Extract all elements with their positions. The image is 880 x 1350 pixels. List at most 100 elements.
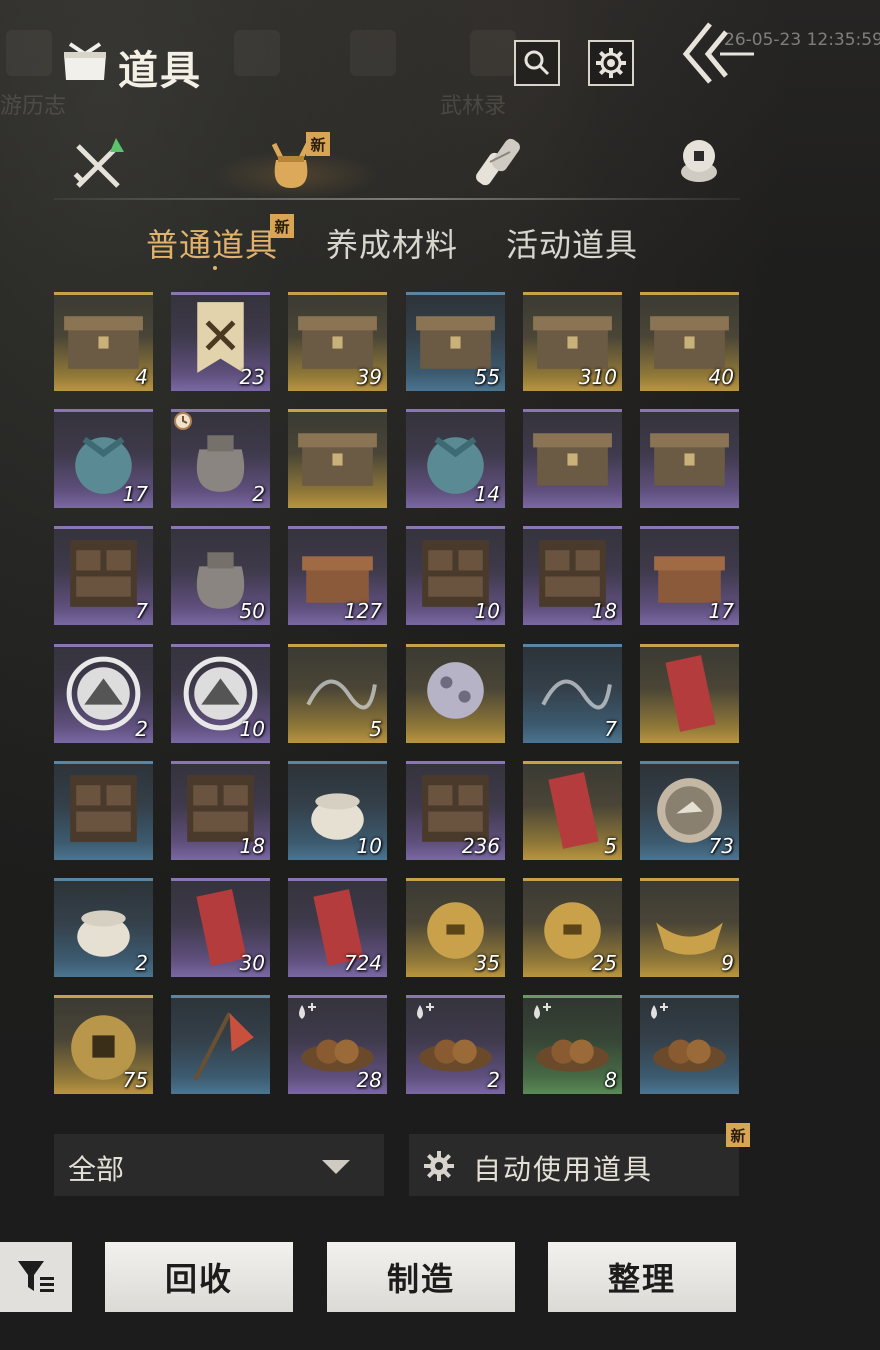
item-slot-black-ticket[interactable]: 724 <box>288 878 387 977</box>
auto-use-items-button[interactable]: 自动使用道具 <box>409 1134 739 1196</box>
item-slot-chest-plus-flower[interactable] <box>288 409 387 508</box>
item-slot-red-ticket[interactable]: 30 <box>171 878 270 977</box>
item-slot-wooden-chest[interactable]: 4 <box>54 292 153 391</box>
item-slot-drawer-cabinet[interactable]: 18 <box>523 526 622 625</box>
item-slot-stew-pot[interactable]: 2 <box>406 995 505 1094</box>
item-quantity: 4 <box>135 365 148 389</box>
tab-common-items[interactable]: 普通道具 <box>146 220 278 266</box>
item-slot-drawer-cabinet[interactable]: 7 <box>54 526 153 625</box>
search-button[interactable] <box>514 40 560 86</box>
item-slot-meat-bowl[interactable]: 8 <box>523 995 622 1094</box>
item-quantity: 8 <box>604 1068 617 1092</box>
item-slot-drawer-box-red[interactable]: 236 <box>406 761 505 860</box>
search-icon <box>524 50 550 76</box>
item-slot-carved-box[interactable]: 127 <box>288 526 387 625</box>
item-slot-sack[interactable]: 50 <box>171 526 270 625</box>
item-quantity: 5 <box>604 834 617 858</box>
tab-event-items[interactable]: 活动道具 <box>506 220 638 266</box>
tab-growth-materials[interactable]: 养成材料 <box>326 220 458 266</box>
item-quantity: 28 <box>356 1068 382 1092</box>
category-scrolls[interactable] <box>466 130 532 196</box>
item-grid: 4 23 39 55 310 40 17 2 14 7 50 127 10 18 17 2 10 5 7 18 10 23… <box>54 292 740 1094</box>
chest-plus-box-icon <box>533 433 612 486</box>
item-slot-peach-board[interactable] <box>640 995 739 1094</box>
item-slot-cloud-emblem[interactable]: 2 <box>54 644 153 743</box>
item-slot-gold-ingot[interactable]: 9 <box>640 878 739 977</box>
item-slot-banner-crossed-swords[interactable]: 23 <box>171 292 270 391</box>
item-slot-gold-bell[interactable]: 25 <box>523 878 622 977</box>
background-menu-icon <box>350 30 396 76</box>
background-menu-icon <box>234 30 280 76</box>
item-quantity: 75 <box>122 1068 148 1092</box>
item-quantity: 73 <box>708 834 734 858</box>
item-quantity: 10 <box>356 834 382 858</box>
item-quantity: 2 <box>252 482 265 506</box>
background-menu-label: 游历志 <box>0 94 67 119</box>
item-quantity: 25 <box>591 951 617 975</box>
item-slot-chest-conch[interactable]: 39 <box>288 292 387 391</box>
item-quantity: 127 <box>343 599 382 623</box>
item-quantity: 40 <box>708 365 734 389</box>
pearl-ball-icon <box>427 662 484 719</box>
new-badge: 新 <box>270 214 294 238</box>
item-slot-drawer-cabinet[interactable]: 10 <box>406 526 505 625</box>
sort-button[interactable]: 整理 <box>548 1242 736 1312</box>
category-filter-dropdown[interactable]: 全部 <box>54 1134 384 1196</box>
item-slot-rice-balls[interactable]: 28 <box>288 995 387 1094</box>
item-slot-cloth-bundle[interactable]: 17 <box>54 409 153 508</box>
item-slot-pearl-ball[interactable] <box>406 644 505 743</box>
item-quantity: 7 <box>604 717 617 741</box>
item-quantity: 236 <box>461 834 500 858</box>
gear-icon <box>424 1151 454 1181</box>
category-equipment[interactable] <box>66 130 132 196</box>
chest-plus-scroll-icon <box>650 433 729 486</box>
scroll-icon <box>476 138 520 186</box>
item-slot-chest-robe[interactable]: 40 <box>640 292 739 391</box>
settings-button[interactable] <box>588 40 634 86</box>
item-slot-gift-bundle[interactable]: 14 <box>406 409 505 508</box>
item-quantity: 18 <box>591 599 617 623</box>
item-slot-gourd-bottle[interactable]: 2 <box>171 409 270 508</box>
back-button[interactable] <box>676 18 756 88</box>
new-badge: 新 <box>726 1123 750 1147</box>
category-currency[interactable] <box>666 130 732 196</box>
item-quantity: 14 <box>474 482 500 506</box>
item-slot-red-envelope[interactable] <box>640 644 739 743</box>
filter-value: 全部 <box>68 1153 125 1186</box>
item-slot-drawer-box-green[interactable]: 18 <box>171 761 270 860</box>
item-quantity: 2 <box>135 951 148 975</box>
item-quantity: 724 <box>343 951 382 975</box>
item-slot-chest-plus-scroll[interactable] <box>640 409 739 508</box>
item-slot-bird-medal[interactable]: 73 <box>640 761 739 860</box>
item-slot-dark-token[interactable]: 5 <box>523 761 622 860</box>
item-quantity: 17 <box>708 599 734 623</box>
red-flag-icon <box>193 1012 254 1081</box>
item-slot-chest-plus-box[interactable] <box>523 409 622 508</box>
item-slot-mountain-emblem[interactable]: 10 <box>171 644 270 743</box>
item-quantity: 23 <box>239 365 265 389</box>
recycle-button[interactable]: 回收 <box>105 1242 293 1312</box>
item-slot-cat-coin[interactable]: 75 <box>54 995 153 1094</box>
item-slot-wine-jar[interactable]: 2 <box>54 878 153 977</box>
drop-plus-icon <box>651 1003 668 1019</box>
item-slot-wisp-dragon[interactable]: 5 <box>288 644 387 743</box>
item-slot-wisp-spirit[interactable]: 7 <box>523 644 622 743</box>
item-quantity: 5 <box>369 717 382 741</box>
item-slot-red-flag[interactable] <box>171 995 270 1094</box>
filter-button[interactable] <box>0 1242 72 1312</box>
item-slot-chest-ore[interactable]: 310 <box>523 292 622 391</box>
item-quantity: 2 <box>487 1068 500 1092</box>
drop-plus-icon <box>417 1003 434 1019</box>
item-quantity: 9 <box>721 951 734 975</box>
item-slot-orb-pedestal[interactable]: 17 <box>640 526 739 625</box>
coin-stack-icon <box>681 140 717 182</box>
craft-button[interactable]: 制造 <box>327 1242 515 1312</box>
item-slot-ceramic-jar[interactable]: 10 <box>288 761 387 860</box>
item-slot-chest-leaf[interactable]: 55 <box>406 292 505 391</box>
background-menu-icon <box>470 30 516 76</box>
item-quantity: 7 <box>135 599 148 623</box>
drawer-box-blue-icon <box>70 775 137 842</box>
item-slot-drawer-box-blue[interactable] <box>54 761 153 860</box>
item-slot-cat-bell[interactable]: 35 <box>406 878 505 977</box>
background-menu-icon <box>6 30 52 76</box>
